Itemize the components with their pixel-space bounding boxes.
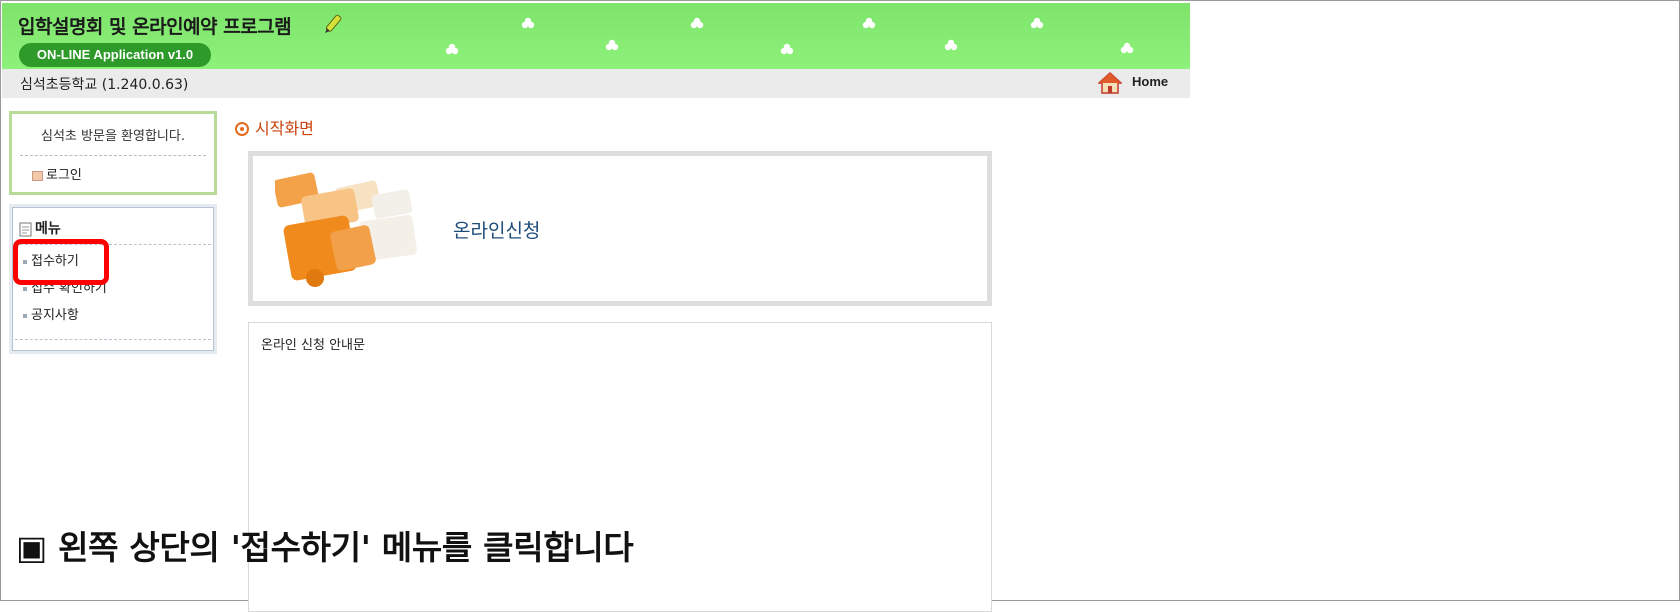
menu-item-label[interactable]: 접수하기 [31, 254, 79, 269]
clover-icon [445, 43, 459, 55]
divider [20, 155, 206, 156]
clover-icon [780, 43, 794, 55]
home-link[interactable]: Home [1132, 74, 1168, 89]
menu-inner: 메뉴 접수하기 접수 확인하기 공지사항 [12, 207, 214, 351]
version-badge: ON-LINE Application v1.0 [19, 43, 211, 67]
online-application-banner[interactable]: 온라인신청 [248, 151, 992, 306]
clover-icon [690, 17, 704, 29]
divider [15, 339, 211, 340]
clover-icon [605, 39, 619, 51]
welcome-message: 심석초 방문을 환영합니다. [41, 129, 185, 144]
clover-icon [944, 39, 958, 51]
instruction-caption: ▣ 왼쪽 상단의 '접수하기' 메뉴를 클릭합니다 [16, 528, 634, 567]
info-bar: 심석초등학교 (1.240.0.63) Home [2, 69, 1190, 98]
clover-icon [1120, 42, 1134, 54]
section-title: 시작화면 [235, 115, 314, 139]
notice-title: 온라인 신청 안내문 [261, 338, 365, 353]
menu-item-label[interactable]: 접수 확인하기 [31, 281, 107, 296]
puzzle-pieces-image [275, 172, 417, 287]
clover-icon [862, 17, 876, 29]
menu-item-label[interactable]: 공지사항 [31, 308, 79, 323]
clover-icon [521, 17, 535, 29]
login-label[interactable]: 로그인 [46, 168, 82, 183]
section-title-label: 시작화면 [255, 119, 314, 138]
menu-panel: 메뉴 접수하기 접수 확인하기 공지사항 [9, 204, 217, 354]
banner-label[interactable]: 온라인신청 [453, 216, 540, 243]
bullet-icon [23, 313, 27, 318]
menu-title-label: 메뉴 [35, 221, 61, 237]
pencil-icon [325, 14, 342, 33]
menu-item-check-application[interactable]: 접수 확인하기 [23, 277, 107, 296]
menu-title: 메뉴 [19, 218, 61, 238]
menu-item-notices[interactable]: 공지사항 [23, 304, 79, 323]
login-bullet-icon [32, 170, 43, 181]
bullet-icon [23, 286, 27, 291]
login-link[interactable]: 로그인 [32, 164, 82, 183]
login-panel: 심석초 방문을 환영합니다. 로그인 [9, 111, 217, 195]
circle-bullet-icon [235, 121, 249, 136]
app-title: 입학설명회 및 온라인예약 프로그램 [18, 16, 292, 38]
divider [15, 244, 211, 245]
school-name: 심석초등학교 (1.240.0.63) [20, 77, 189, 93]
menu-item-apply[interactable]: 접수하기 [23, 250, 79, 269]
bullet-icon [23, 259, 27, 264]
document-icon [19, 222, 32, 236]
header-banner: 입학설명회 및 온라인예약 프로그램 ON-LINE Application v… [2, 3, 1190, 69]
home-icon[interactable] [1098, 72, 1122, 94]
clover-icon [1030, 17, 1044, 29]
